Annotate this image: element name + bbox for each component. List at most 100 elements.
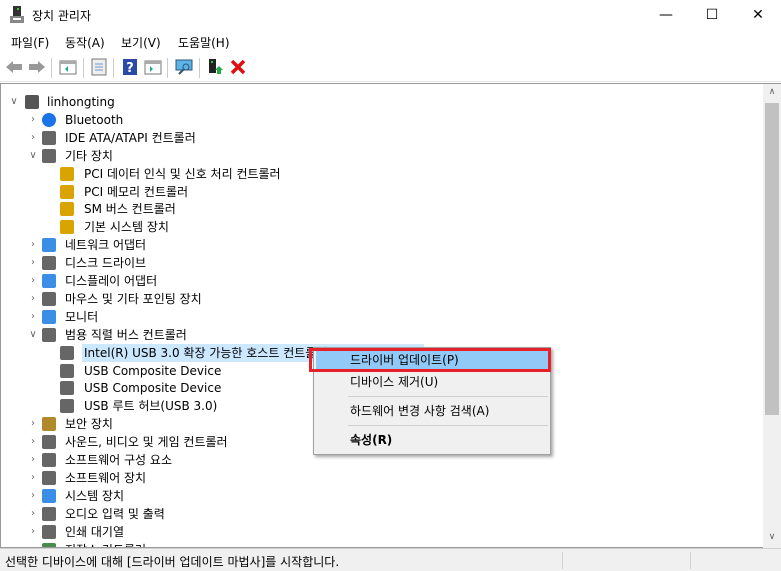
tree-item[interactable]: › 저장소 컨트롤러 — [1, 541, 761, 548]
tree-item[interactable]: PCI 데이터 인식 및 신호 처리 컨트롤러 — [1, 165, 761, 183]
tree-item-label: 인쇄 대기열 — [65, 524, 125, 539]
tree-item[interactable]: PCI 메모리 컨트롤러 — [1, 183, 761, 201]
uninstall-icon[interactable] — [229, 58, 247, 76]
update-driver-icon[interactable] — [206, 58, 224, 76]
tree-item-label: SM 버스 컨트롤러 — [84, 202, 176, 217]
tree-item[interactable]: › IDE ATA/ATAPI 컨트롤러 — [1, 129, 761, 147]
tree-item[interactable]: › 모니터 — [1, 308, 761, 326]
printer-icon — [42, 524, 56, 539]
maximize-button[interactable]: ☐ — [689, 0, 735, 30]
tree-item[interactable]: › 오디오 입력 및 출력 — [1, 505, 761, 523]
expand-chevron-icon[interactable]: › — [28, 308, 38, 326]
warning-device-icon — [60, 220, 74, 235]
other-devices-icon — [42, 148, 56, 163]
tree-item-label: USB Composite Device — [84, 381, 222, 396]
scroll-down-icon[interactable]: ∨ — [763, 532, 781, 542]
tree-item-label: PCI 데이터 인식 및 신호 처리 컨트롤러 — [84, 166, 281, 181]
show-hide-console-tree-icon[interactable] — [59, 58, 77, 76]
security-icon — [42, 417, 56, 432]
tree-item-label: 기타 장치 — [65, 148, 113, 163]
tree-item[interactable]: › 마우스 및 기타 포인팅 장치 — [1, 290, 761, 308]
tree-item[interactable]: ∨ linhongting — [1, 93, 761, 111]
collapse-chevron-icon[interactable]: ∨ — [28, 326, 38, 344]
status-bar: 선택한 디바이스에 대해 [드라이버 업데이트 마법사]를 시작합니다. — [0, 548, 781, 571]
status-text: 선택한 디바이스에 대해 [드라이버 업데이트 마법사]를 시작합니다. — [5, 555, 340, 569]
device-manager-icon — [10, 6, 24, 23]
menu-help[interactable]: 도움말(H) — [178, 34, 230, 51]
tree-item-label: PCI 메모리 컨트롤러 — [84, 184, 189, 199]
highlight-annotation-box — [309, 348, 551, 372]
back-icon[interactable] — [5, 58, 23, 76]
scroll-up-icon[interactable]: ∧ — [763, 87, 781, 97]
usb-icon — [60, 363, 74, 378]
properties-icon[interactable] — [90, 58, 108, 76]
title-bar: 장치 관리자 — ☐ ✕ — [0, 0, 781, 30]
usb-icon — [60, 399, 74, 414]
menu-file[interactable]: 파일(F) — [11, 34, 49, 51]
menu-scan-hardware[interactable]: 하드웨어 변경 사항 검색(A) — [316, 401, 548, 421]
collapse-chevron-icon[interactable]: ∨ — [9, 93, 19, 111]
expand-chevron-icon[interactable]: › — [28, 523, 38, 541]
software-device-icon — [42, 470, 56, 485]
expand-chevron-icon[interactable]: › — [28, 129, 38, 147]
expand-chevron-icon[interactable]: › — [28, 415, 38, 433]
tree-item-label: IDE ATA/ATAPI 컨트롤러 — [65, 130, 196, 145]
tree-item[interactable]: SM 버스 컨트롤러 — [1, 200, 761, 218]
scan-hardware-icon[interactable] — [175, 58, 193, 76]
expand-chevron-icon[interactable]: › — [28, 290, 38, 308]
toolbar-separator — [51, 58, 52, 78]
expand-chevron-icon[interactable]: › — [28, 487, 38, 505]
expand-chevron-icon[interactable]: › — [28, 236, 38, 254]
tree-item[interactable]: › 시스템 장치 — [1, 487, 761, 505]
tree-item[interactable]: 기본 시스템 장치 — [1, 218, 761, 236]
tree-item-label: 기본 시스템 장치 — [84, 220, 169, 235]
tree-item-label: USB 루트 허브(USB 3.0) — [84, 399, 218, 414]
tree-item-label: Bluetooth — [65, 112, 124, 127]
tree-item-label: 모니터 — [65, 309, 99, 324]
menu-action[interactable]: 동작(A) — [65, 34, 105, 51]
tree-item[interactable]: › Bluetooth — [1, 111, 761, 129]
expand-chevron-icon[interactable]: › — [28, 469, 38, 487]
menu-properties[interactable]: 속성(R) — [316, 430, 548, 450]
tree-item[interactable]: › 네트워크 어댑터 — [1, 236, 761, 254]
bluetooth-icon — [42, 112, 56, 127]
tree-item-label: 네트워크 어댑터 — [65, 238, 147, 253]
expand-chevron-icon[interactable]: › — [28, 505, 38, 523]
toolbar-separator — [83, 58, 84, 78]
tree-item[interactable]: ∨ 범용 직렬 버스 컨트롤러 — [1, 326, 761, 344]
collapse-chevron-icon[interactable]: ∨ — [28, 147, 38, 165]
toolbar: ? — [0, 52, 781, 82]
expand-chevron-icon[interactable]: › — [28, 111, 38, 129]
vertical-scrollbar[interactable]: ∧ ∨ — [763, 83, 781, 548]
tree-item-label: 보안 장치 — [65, 417, 113, 432]
tree-item-label: USB Composite Device — [84, 363, 222, 378]
close-button[interactable]: ✕ — [735, 0, 781, 30]
expand-chevron-icon[interactable]: › — [28, 541, 38, 548]
tree-item-label: 디스플레이 어댑터 — [65, 274, 158, 288]
expand-chevron-icon[interactable]: › — [28, 254, 38, 272]
expand-chevron-icon[interactable]: › — [28, 451, 38, 469]
help-icon[interactable]: ? — [121, 58, 139, 76]
warning-device-icon — [60, 202, 74, 217]
tree-item-label: 마우스 및 기타 포인팅 장치 — [65, 291, 202, 306]
menu-view[interactable]: 보기(V) — [121, 34, 161, 51]
expand-chevron-icon[interactable]: › — [28, 272, 38, 290]
tree-item[interactable]: › 디스크 드라이브 — [1, 254, 761, 272]
status-divider — [562, 552, 563, 569]
tree-item[interactable]: › 소프트웨어 장치 — [1, 469, 761, 487]
system-icon — [42, 488, 56, 503]
network-icon — [42, 238, 56, 253]
scrollbar-thumb[interactable] — [765, 103, 779, 415]
disk-icon — [42, 256, 56, 271]
usb-icon — [60, 345, 74, 360]
tree-item[interactable]: ∨ 기타 장치 — [1, 147, 761, 165]
expand-chevron-icon[interactable]: › — [28, 433, 38, 451]
minimize-button[interactable]: — — [643, 0, 689, 30]
tree-item-label: linhongting — [47, 95, 115, 109]
forward-icon[interactable] — [28, 58, 46, 76]
show-action-pane-icon[interactable] — [144, 58, 162, 76]
tree-item-label: 오디오 입력 및 출력 — [65, 506, 165, 521]
tree-item[interactable]: › 인쇄 대기열 — [1, 523, 761, 541]
tree-item[interactable]: › 디스플레이 어댑터 — [1, 272, 761, 290]
menu-uninstall-device[interactable]: 디바이스 제거(U) — [316, 372, 548, 392]
